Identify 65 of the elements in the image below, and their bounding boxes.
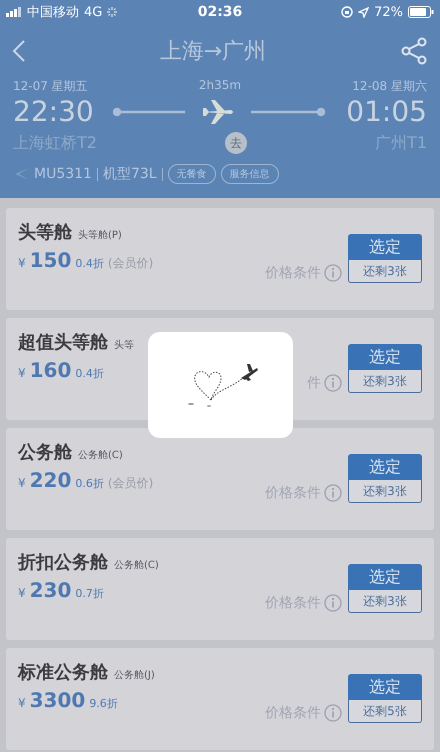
info-icon[interactable] xyxy=(324,374,342,392)
select-button[interactable]: 选定 xyxy=(348,454,422,480)
select-button[interactable]: 选定 xyxy=(348,344,422,370)
route-title: 上海→广州 xyxy=(160,38,266,66)
cabin-name: 标准公务舱 xyxy=(18,661,108,684)
member-price-note: (会员价) xyxy=(108,475,154,492)
select-button[interactable]: 选定 xyxy=(348,234,422,260)
info-icon[interactable] xyxy=(324,704,342,722)
arrival-date: 12-08 星期六 xyxy=(352,78,427,95)
cabin-name: 超值头等舱 xyxy=(18,331,108,354)
cabin-code: 头等舱(P) xyxy=(78,228,122,242)
signal-icon xyxy=(6,7,22,17)
departure-date: 12-07 星期五 xyxy=(13,78,88,95)
network-type: 4G xyxy=(84,4,102,20)
cabin-name: 头等舱 xyxy=(18,221,72,244)
discount: 0.4折 xyxy=(75,256,104,271)
discount: 0.7折 xyxy=(75,586,104,601)
carrier: 中国移动 xyxy=(27,4,79,21)
cabin-code: 公务舱(C) xyxy=(78,449,123,462)
battery-icon xyxy=(408,6,434,18)
loading-icon xyxy=(107,7,118,17)
airline-logo-icon xyxy=(13,168,29,180)
price: 160 xyxy=(30,358,72,382)
back-icon[interactable] xyxy=(12,39,26,63)
price: 220 xyxy=(30,468,72,492)
clock: 02:36 xyxy=(198,4,242,20)
cabin-name: 公务舱 xyxy=(18,441,72,464)
cabin-code: 公务舱(C) xyxy=(114,559,159,572)
flight-duration: 2h35m xyxy=(198,78,242,94)
tickets-left: 还剩3张 xyxy=(348,590,422,613)
info-icon[interactable] xyxy=(324,264,342,282)
departure-time: 22:30 xyxy=(13,95,94,128)
info-icon[interactable] xyxy=(324,484,342,502)
cabin-name: 折扣公务舱 xyxy=(18,551,108,574)
select-button[interactable]: 选定 xyxy=(348,564,422,590)
service-tag[interactable]: 无餐食 xyxy=(168,164,216,184)
lock-rotation-icon xyxy=(341,6,354,18)
discount: 9.6折 xyxy=(89,696,118,711)
discount: 0.6折 xyxy=(75,476,104,491)
price: 150 xyxy=(30,248,72,272)
share-icon[interactable] xyxy=(400,37,428,65)
discount: 0.4折 xyxy=(75,366,104,381)
trip-badge: 去 xyxy=(225,132,247,154)
tickets-left: 还剩5张 xyxy=(348,700,422,723)
currency-sign: ¥ xyxy=(18,366,26,380)
currency-sign: ¥ xyxy=(18,256,26,270)
cabin-code: 头等 xyxy=(114,338,134,352)
currency-sign: ¥ xyxy=(18,476,26,490)
select-button[interactable]: 选定 xyxy=(348,674,422,700)
tickets-left: 还剩3张 xyxy=(348,260,422,283)
service-tag[interactable]: 服务信息 xyxy=(220,164,279,184)
location-icon xyxy=(358,6,370,18)
info-icon[interactable] xyxy=(324,594,342,612)
currency-sign: ¥ xyxy=(18,586,26,600)
aircraft-type: 机型73L xyxy=(102,165,157,183)
currency-sign: ¥ xyxy=(18,696,26,710)
price: 3300 xyxy=(30,688,86,712)
price: 230 xyxy=(30,578,72,602)
member-price-note: (会员价) xyxy=(108,255,154,272)
battery-percent: 72% xyxy=(374,4,403,20)
cabin-code: 公务舱(J) xyxy=(114,669,155,682)
tickets-left: 还剩3张 xyxy=(348,370,422,393)
tickets-left: 还剩3张 xyxy=(348,480,422,503)
flight-number: MU5311 xyxy=(34,166,92,182)
arrival-time: 01:05 xyxy=(346,95,427,128)
